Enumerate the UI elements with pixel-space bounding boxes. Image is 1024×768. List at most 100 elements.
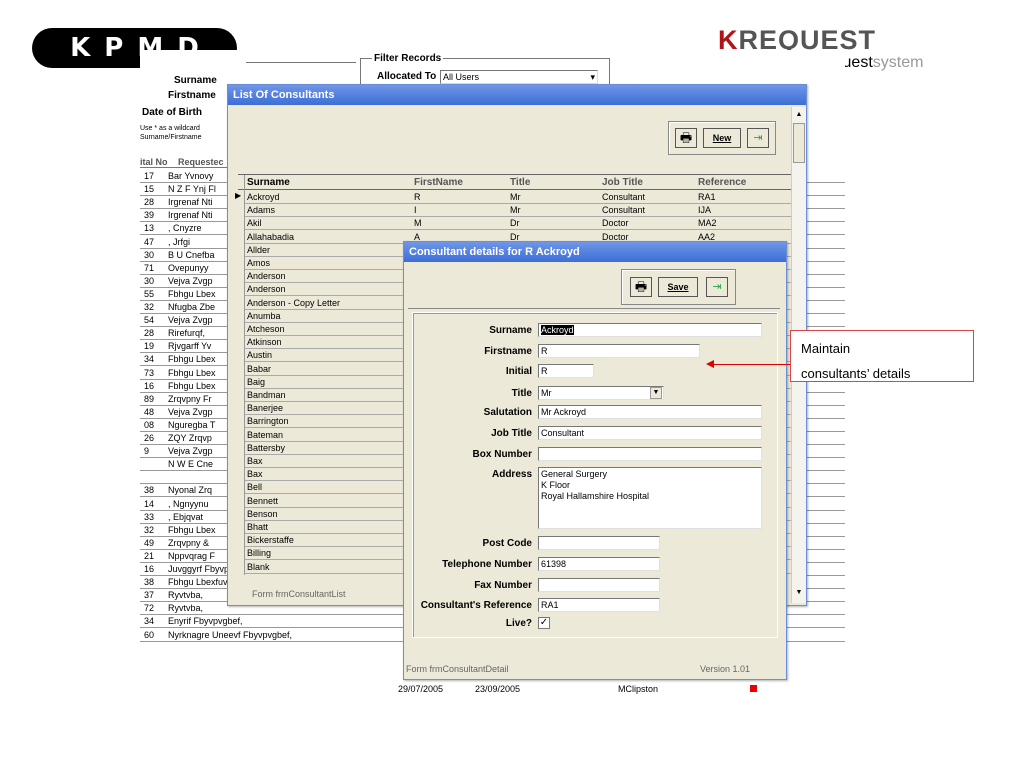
- cell-firstname[interactable]: I: [414, 204, 417, 216]
- scroll-up-icon[interactable]: ▲: [793, 109, 805, 121]
- background-row[interactable]: 14 , Ngnyynu: [140, 498, 240, 510]
- box-number-input[interactable]: [538, 447, 762, 461]
- background-row[interactable]: 34 Enyrif Fbyvpvgbef,: [140, 615, 400, 627]
- cell-job[interactable]: Consultant: [602, 204, 645, 216]
- cell-ref[interactable]: MA2: [698, 217, 717, 229]
- background-row[interactable]: 47 , Jrfgi: [140, 236, 240, 248]
- cell-surname[interactable]: Billing: [247, 547, 271, 559]
- cell-surname[interactable]: Austin: [247, 349, 272, 361]
- live-checkbox[interactable]: ✓: [538, 617, 550, 629]
- cell-surname[interactable]: Anderson - Copy Letter: [247, 297, 340, 309]
- background-row[interactable]: 08 Nguregba T: [140, 419, 240, 431]
- cell-job[interactable]: Consultant: [602, 191, 645, 203]
- cell-surname[interactable]: Adams: [247, 204, 275, 216]
- cell-surname[interactable]: Babar: [247, 363, 271, 375]
- cell-surname[interactable]: Bax: [247, 468, 263, 480]
- exit-button[interactable]: ⇥: [747, 128, 769, 148]
- background-row[interactable]: 32 Nfugba Zbe: [140, 301, 240, 313]
- print-button[interactable]: 🖶: [630, 277, 652, 297]
- header-job-title[interactable]: Job Title: [602, 177, 643, 188]
- cell-job[interactable]: Doctor: [602, 217, 629, 229]
- background-row[interactable]: 9 Vejva Zvgp: [140, 445, 240, 457]
- header-title[interactable]: Title: [510, 177, 530, 188]
- background-row[interactable]: 15 N Z F Ynj Fl: [140, 183, 240, 195]
- cell-surname[interactable]: Ackroyd: [247, 191, 280, 203]
- exit-button[interactable]: ⇥: [706, 277, 728, 297]
- background-row[interactable]: 19 Rjvgarff Yv: [140, 340, 240, 352]
- background-row[interactable]: 71 Ovepunyy: [140, 262, 240, 274]
- cell-surname[interactable]: Banerjee: [247, 402, 283, 414]
- cell-surname[interactable]: Bhatt: [247, 521, 268, 533]
- consultant-reference-input[interactable]: RA1: [538, 598, 660, 612]
- background-row[interactable]: 48 Vejva Zvgp: [140, 406, 240, 418]
- background-row[interactable]: 49 Zrqvpny &: [140, 537, 240, 549]
- background-row[interactable]: 28 Rirefurqf,: [140, 327, 240, 339]
- cell-surname[interactable]: Baig: [247, 376, 265, 388]
- background-row[interactable]: 21 Nppvqrag F: [140, 550, 240, 562]
- scroll-down-icon[interactable]: ▼: [793, 587, 805, 599]
- new-button[interactable]: New: [703, 128, 741, 148]
- cell-ref[interactable]: IJA: [698, 204, 711, 216]
- cell-surname[interactable]: Akil: [247, 217, 262, 229]
- cell-surname[interactable]: Atcheson: [247, 323, 285, 335]
- cell-surname[interactable]: Amos: [247, 257, 270, 269]
- background-row[interactable]: 26 ZQY Zrqvp: [140, 432, 240, 444]
- cell-surname[interactable]: Anderson: [247, 270, 286, 282]
- cell-ref[interactable]: RA1: [698, 191, 716, 203]
- cell-surname[interactable]: Bickerstaffe: [247, 534, 294, 546]
- job-title-input[interactable]: Consultant: [538, 426, 762, 440]
- background-row[interactable]: 55 Fbhgu Lbex: [140, 288, 240, 300]
- cell-title[interactable]: Dr: [510, 217, 520, 229]
- title-select[interactable]: Mr ▼: [538, 386, 664, 400]
- background-row[interactable]: 60 Nyrknagre Uneevf Fbyvpvgbef,: [140, 629, 400, 641]
- initial-input[interactable]: R: [538, 364, 594, 378]
- cell-surname[interactable]: Allahabadia: [247, 231, 294, 243]
- cell-surname[interactable]: Bateman: [247, 429, 283, 441]
- background-row[interactable]: N W E Cne: [140, 458, 240, 470]
- background-row[interactable]: 34 Fbhgu Lbex: [140, 353, 240, 365]
- cell-firstname[interactable]: R: [414, 191, 421, 203]
- cell-surname[interactable]: Bell: [247, 481, 262, 493]
- cell-surname[interactable]: Bandman: [247, 389, 286, 401]
- cell-surname[interactable]: Atkinson: [247, 336, 282, 348]
- firstname-input[interactable]: R: [538, 344, 700, 358]
- cell-firstname[interactable]: M: [414, 217, 422, 229]
- salutation-input[interactable]: Mr Ackroyd: [538, 405, 762, 419]
- cell-surname[interactable]: Bennett: [247, 495, 278, 507]
- post-code-input[interactable]: [538, 536, 660, 550]
- background-row[interactable]: 39 Irgrenaf Nti: [140, 209, 240, 221]
- background-row[interactable]: 73 Fbhgu Lbex: [140, 367, 240, 379]
- background-row[interactable]: 17 Bar Yvnovy: [140, 170, 240, 182]
- header-surname[interactable]: Surname: [247, 177, 290, 188]
- scroll-thumb[interactable]: [793, 123, 805, 163]
- cell-surname[interactable]: Allder: [247, 244, 270, 256]
- cell-surname[interactable]: Anderson: [247, 283, 286, 295]
- cell-title[interactable]: Mr: [510, 204, 521, 216]
- surname-input[interactable]: Ackroyd: [538, 323, 762, 337]
- header-firstname[interactable]: FirstName: [414, 177, 463, 188]
- print-button[interactable]: 🖶: [675, 128, 697, 148]
- background-row[interactable]: 13 , Cnyzre: [140, 222, 240, 234]
- background-row[interactable]: 32 Fbhgu Lbex: [140, 524, 240, 536]
- background-row[interactable]: 28 Irgrenaf Nti: [140, 196, 240, 208]
- cell-title[interactable]: Mr: [510, 191, 521, 203]
- cell-surname[interactable]: Bax: [247, 455, 263, 467]
- cell-surname[interactable]: Barrington: [247, 415, 289, 427]
- cell-surname[interactable]: Blank: [247, 561, 270, 573]
- cell-surname[interactable]: Benson: [247, 508, 278, 520]
- background-row[interactable]: 54 Vejva Zvgp: [140, 314, 240, 326]
- cell-surname[interactable]: Battersby: [247, 442, 285, 454]
- background-row[interactable]: 33 , Ebjqvat: [140, 511, 240, 523]
- address-textarea[interactable]: General Surgery K Floor Royal Hallamshir…: [538, 467, 762, 529]
- fax-input[interactable]: [538, 578, 660, 592]
- background-row[interactable]: 38 Nyonal Zrq: [140, 484, 240, 496]
- telephone-input[interactable]: 61398: [538, 557, 660, 571]
- allocated-to-select[interactable]: All Users ▾: [440, 70, 598, 84]
- save-button[interactable]: Save: [658, 277, 698, 297]
- background-row[interactable]: 89 Zrqvpny Fr: [140, 393, 240, 405]
- background-row[interactable]: 16 Fbhgu Lbex: [140, 380, 240, 392]
- background-row[interactable]: 30 B U Cnefba: [140, 249, 240, 261]
- dropdown-arrow-icon[interactable]: ▼: [650, 387, 662, 399]
- header-reference[interactable]: Reference: [698, 177, 746, 188]
- cell-surname[interactable]: Anumba: [247, 310, 281, 322]
